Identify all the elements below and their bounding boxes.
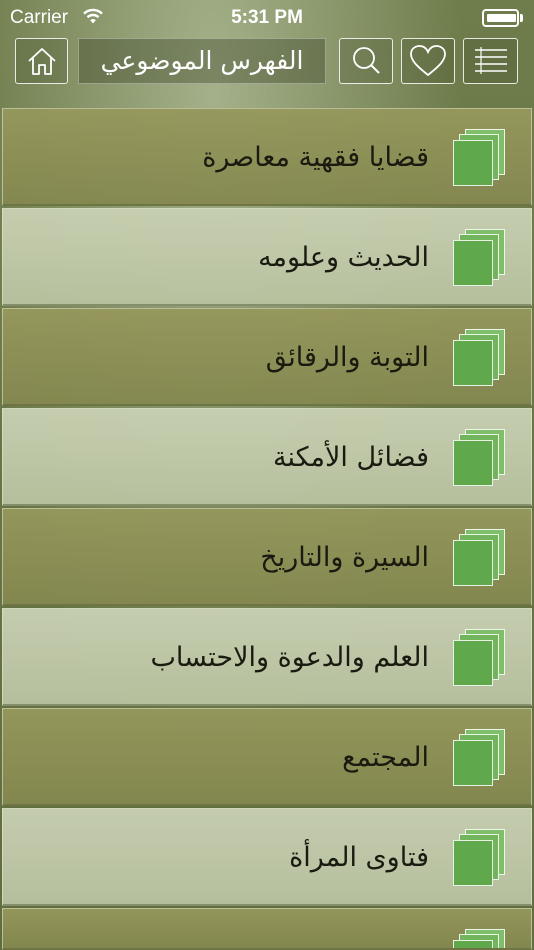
- category-row[interactable]: قضايا فقهية معاصرة: [2, 108, 532, 206]
- category-label: التوبة والرقائق: [265, 342, 429, 373]
- stacked-pages-icon: [451, 729, 507, 789]
- category-label: المجتمع: [342, 742, 429, 773]
- toolbar: الفهرس الموضوعي: [0, 36, 534, 106]
- category-label: قضايا فقهية معاصرة: [202, 142, 429, 173]
- heart-icon: [410, 45, 446, 77]
- category-label: الحديث وعلومه: [258, 242, 429, 273]
- category-label: فتاوى المرأة: [289, 842, 429, 873]
- category-row[interactable]: [2, 908, 532, 950]
- stacked-pages-icon: [451, 529, 507, 589]
- stacked-pages-icon: [451, 329, 507, 389]
- favorites-button[interactable]: [401, 38, 455, 84]
- category-row[interactable]: التوبة والرقائق: [2, 308, 532, 406]
- search-icon: [353, 47, 380, 74]
- stacked-pages-icon: [451, 429, 507, 489]
- category-row[interactable]: المجتمع: [2, 708, 532, 806]
- app-screen: Carrier 5:31 PM الفهرس الموضوعي قضايا فق…: [0, 0, 534, 950]
- stacked-pages-icon: [451, 129, 507, 189]
- home-button[interactable]: [15, 38, 68, 84]
- search-button[interactable]: [339, 38, 393, 84]
- stacked-pages-icon: [451, 229, 507, 289]
- home-icon: [27, 48, 56, 75]
- clock: 5:31 PM: [231, 7, 303, 28]
- category-label: السيرة والتاريخ: [260, 542, 429, 573]
- category-label: العلم والدعوة والاحتساب: [150, 642, 429, 673]
- category-label: فضائل الأمكنة: [273, 442, 429, 473]
- menu-button[interactable]: [463, 38, 518, 84]
- category-row[interactable]: السيرة والتاريخ: [2, 508, 532, 606]
- category-row[interactable]: فتاوى المرأة: [2, 808, 532, 906]
- stacked-pages-icon: [451, 929, 507, 948]
- page-title: الفهرس الموضوعي: [78, 38, 326, 84]
- category-row[interactable]: فضائل الأمكنة: [2, 408, 532, 506]
- status-bar: Carrier 5:31 PM: [0, 0, 534, 36]
- category-row[interactable]: العلم والدعوة والاحتساب: [2, 608, 532, 706]
- list-menu-icon: [474, 47, 507, 74]
- category-list: قضايا فقهية معاصرة الحديث وعلومه التوبة …: [0, 106, 534, 950]
- battery-icon: [482, 9, 524, 27]
- category-row[interactable]: الحديث وعلومه: [2, 208, 532, 306]
- stacked-pages-icon: [451, 829, 507, 889]
- stacked-pages-icon: [451, 629, 507, 689]
